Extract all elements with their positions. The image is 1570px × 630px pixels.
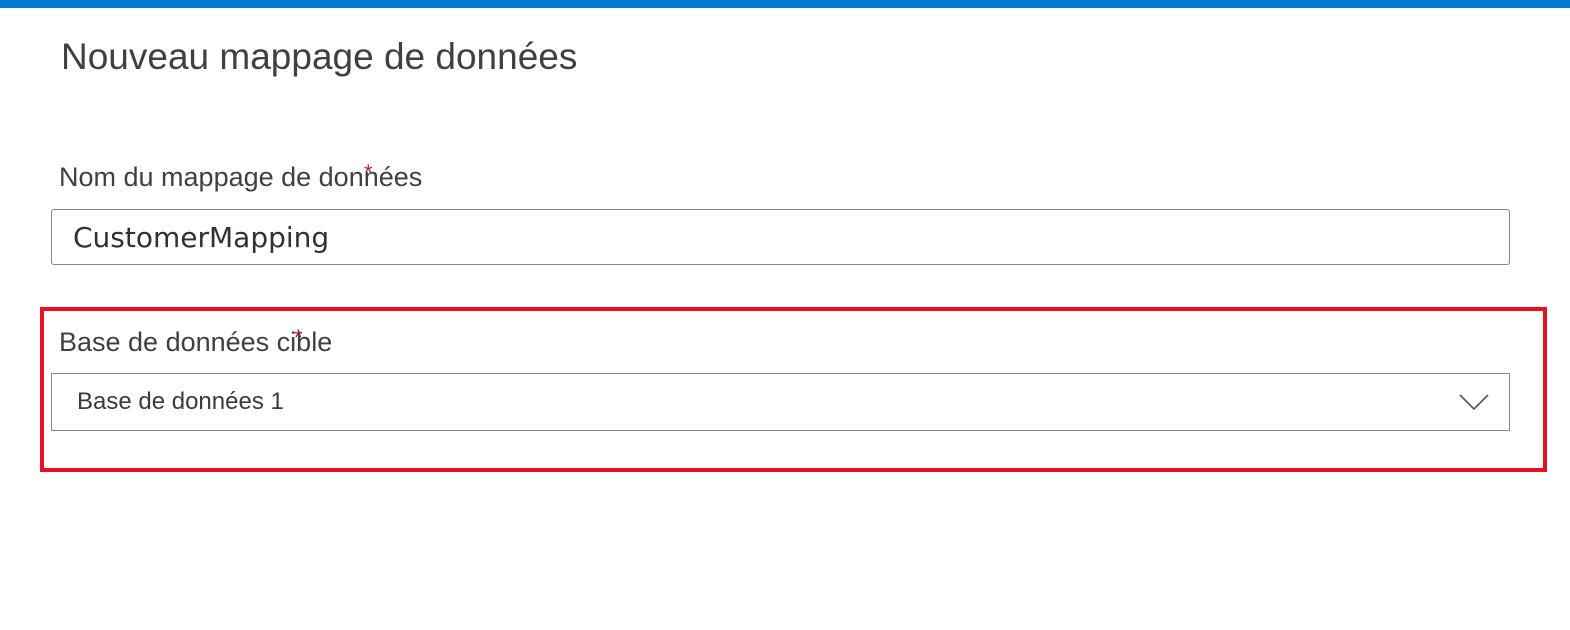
target-database-selected-value: Base de données 1 — [77, 388, 284, 415]
top-accent-bar — [0, 0, 1570, 8]
required-indicator: * — [294, 325, 303, 350]
chevron-down-icon[interactable] — [1457, 387, 1491, 417]
target-database-label: Base de données cible — [59, 327, 333, 357]
required-indicator: * — [364, 160, 373, 185]
new-data-mapping-panel: Nouveau mappage de données Nom du mappag… — [0, 0, 1570, 630]
data-mapping-name-input[interactable] — [51, 209, 1510, 265]
page-title: Nouveau mappage de données — [61, 36, 578, 77]
target-database-dropdown[interactable]: Base de données 1 — [51, 373, 1510, 431]
